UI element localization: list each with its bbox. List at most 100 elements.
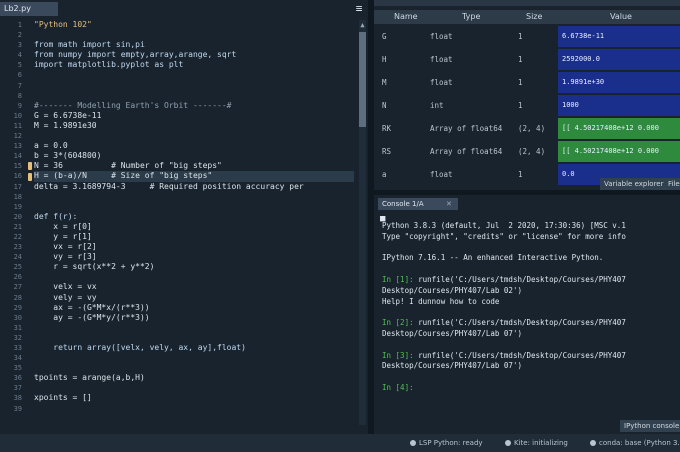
code-area[interactable]: "Python 102" from math import sin,pi from …	[34, 20, 354, 414]
scroll-up-icon[interactable]: ▲	[359, 20, 366, 30]
code-line[interactable]: N = 36 # Number of "big steps"	[34, 161, 354, 171]
line-number: 2	[17, 31, 22, 40]
scrollbar-thumb[interactable]	[359, 32, 366, 127]
variable-size: (2, 4)	[518, 124, 546, 133]
variable-name: G	[382, 32, 387, 41]
close-tab-icon[interactable]: ✕	[446, 198, 452, 210]
tab-variable-explorer[interactable]: Variable explorer	[600, 178, 668, 190]
code-line[interactable]: from math import sin,pi	[34, 40, 354, 50]
code-line[interactable]: y = r[1]	[34, 232, 354, 242]
variable-row[interactable]: RK Array of float64 (2, 4) [[ 4.50217408e+1…	[374, 117, 680, 140]
variable-row[interactable]: RS Array of float64 (2, 4) [[ 4.50217408e+1…	[374, 140, 680, 163]
variable-size: (2, 4)	[518, 147, 546, 156]
code-line[interactable]: x = r[0]	[34, 222, 354, 232]
console-prompt: In [4]:	[382, 383, 419, 392]
warning-marker-icon[interactable]	[28, 172, 32, 181]
code-line[interactable]: import matplotlib.pyplot as plt	[34, 60, 354, 70]
editor-pane[interactable]: Lb2.py ≡ 1 2 3 4 5 6 7 8 9 10 11 12 13 14 15 16 17 18 19 20…	[0, 0, 368, 434]
code-line[interactable]	[34, 323, 354, 333]
code-line[interactable]	[34, 353, 354, 363]
warning-marker-icon[interactable]	[28, 162, 32, 171]
code-line[interactable]	[34, 192, 354, 202]
ipython-console[interactable]: Console 1/A ✕ ■ Python 3.8.3 (default, J…	[374, 195, 680, 434]
line-number: 7	[17, 81, 22, 90]
line-number: 29	[13, 303, 22, 312]
line-number: 25	[13, 263, 22, 272]
variable-row[interactable]: Nint 1 1000	[374, 94, 680, 117]
variable-type: Array of float64	[430, 124, 503, 133]
code-line[interactable]	[34, 81, 354, 91]
variable-size: 1	[518, 78, 523, 87]
column-header-value[interactable]: Value	[610, 10, 632, 24]
console-text: runfile('C:/Users/tmdsh/Desktop/Courses/…	[418, 318, 626, 328]
line-number: 30	[13, 313, 22, 322]
code-line[interactable]	[34, 131, 354, 141]
code-line[interactable]: def f(r):	[34, 212, 354, 222]
line-number: 5	[17, 61, 22, 70]
code-line[interactable]: H = (b-a)/N # Size of "big steps"	[34, 171, 354, 182]
line-number: 4	[17, 51, 22, 60]
code-line[interactable]: xpoints = []	[34, 393, 354, 403]
console-tab[interactable]: Console 1/A ✕	[378, 198, 458, 210]
code-line[interactable]	[34, 70, 354, 80]
code-line[interactable]	[34, 91, 354, 101]
code-line[interactable]: "Python 102"	[34, 20, 354, 30]
console-text: IPython 7.16.1 -- An enhanced Interactiv…	[382, 253, 604, 263]
console-line: Help! I dunnow how to code	[382, 297, 499, 307]
code-line[interactable]: vx = r[2]	[34, 242, 354, 252]
console-tab-label: Console 1/A	[382, 200, 424, 208]
tab-files[interactable]: Files	[664, 178, 680, 190]
line-number: 32	[13, 333, 22, 342]
code-line[interactable]: G = 6.6738e-11	[34, 111, 354, 121]
editor-options-menu-icon[interactable]: ≡	[352, 3, 366, 15]
console-text: Desktop/Courses/PHY407/Lab 02')	[382, 285, 522, 295]
line-number: 23	[13, 243, 22, 252]
code-line[interactable]: vely = vy	[34, 293, 354, 303]
code-line[interactable]: M = 1.9891e30	[34, 121, 354, 131]
code-line[interactable]: ay = -(G*M*y/(r**3))	[34, 313, 354, 323]
code-line[interactable]: #------- Modelling Earth's Orbit -------…	[34, 101, 354, 111]
variable-name: H	[382, 55, 387, 64]
editor-scrollbar[interactable]: ▲	[359, 20, 366, 425]
line-number: 15	[13, 162, 22, 171]
variable-toolbar	[374, 0, 680, 6]
variable-name: RK	[382, 124, 392, 133]
code-line[interactable]: b = 3*(604800)	[34, 151, 354, 161]
variable-row[interactable]: Mfloat 1 1.9891e+30	[374, 71, 680, 94]
editor-tab[interactable]: Lb2.py	[0, 2, 58, 16]
variable-explorer[interactable]: Name Type Size Value Gfloat 1 6.6738e-11 Hf…	[374, 0, 680, 190]
code-line[interactable]: tpoints = arange(a,b,H)	[34, 373, 354, 383]
line-number: 20	[13, 212, 22, 221]
code-line[interactable]	[34, 363, 354, 373]
code-line[interactable]: a = 0.0	[34, 141, 354, 151]
variable-row[interactable]: Hfloat 1 2592000.0	[374, 48, 680, 71]
code-line[interactable]	[34, 30, 354, 40]
console-text: Type "copyright", "credits" or "license"…	[382, 231, 626, 241]
status-conda: conda: base (Python 3.8.3)	[590, 434, 680, 452]
variable-value: 1000	[558, 95, 680, 116]
code-line[interactable]	[34, 333, 354, 343]
variable-type: float	[430, 32, 453, 41]
code-line[interactable]: r = sqrt(x**2 + y**2)	[34, 262, 354, 272]
code-line[interactable]: velx = vx	[34, 282, 354, 292]
variable-row[interactable]: Gfloat 1 6.6738e-11	[374, 25, 680, 48]
code-line[interactable]: return array([velx, vely, ax, ay],float)	[34, 343, 354, 353]
status-lsp-label: LSP Python: ready	[419, 439, 483, 447]
code-line[interactable]	[34, 272, 354, 282]
column-header-size[interactable]: Size	[526, 10, 542, 24]
column-header-type[interactable]: Type	[462, 10, 480, 24]
column-header-name[interactable]: Name	[394, 10, 418, 24]
line-number: 22	[13, 232, 22, 241]
code-line[interactable]	[34, 202, 354, 212]
code-line[interactable]: delta = 3.1689794-3 # Required position …	[34, 182, 354, 192]
code-line[interactable]	[34, 383, 354, 393]
code-line[interactable]: vy = r[3]	[34, 252, 354, 262]
code-line[interactable]: ax = -(G*M*x/(r**3))	[34, 303, 354, 313]
tab-ipython-console[interactable]: IPython console	[620, 420, 680, 432]
line-number: 37	[13, 384, 22, 393]
console-text: runfile('C:/Users/tmdsh/Desktop/Courses/…	[418, 275, 626, 284]
variable-value: [[ 4.50217408e+12 0.000	[558, 118, 680, 139]
code-line[interactable]: from numpy import empty,array,arange, sq…	[34, 50, 354, 60]
line-number: 17	[13, 182, 22, 191]
code-line[interactable]	[34, 404, 354, 414]
